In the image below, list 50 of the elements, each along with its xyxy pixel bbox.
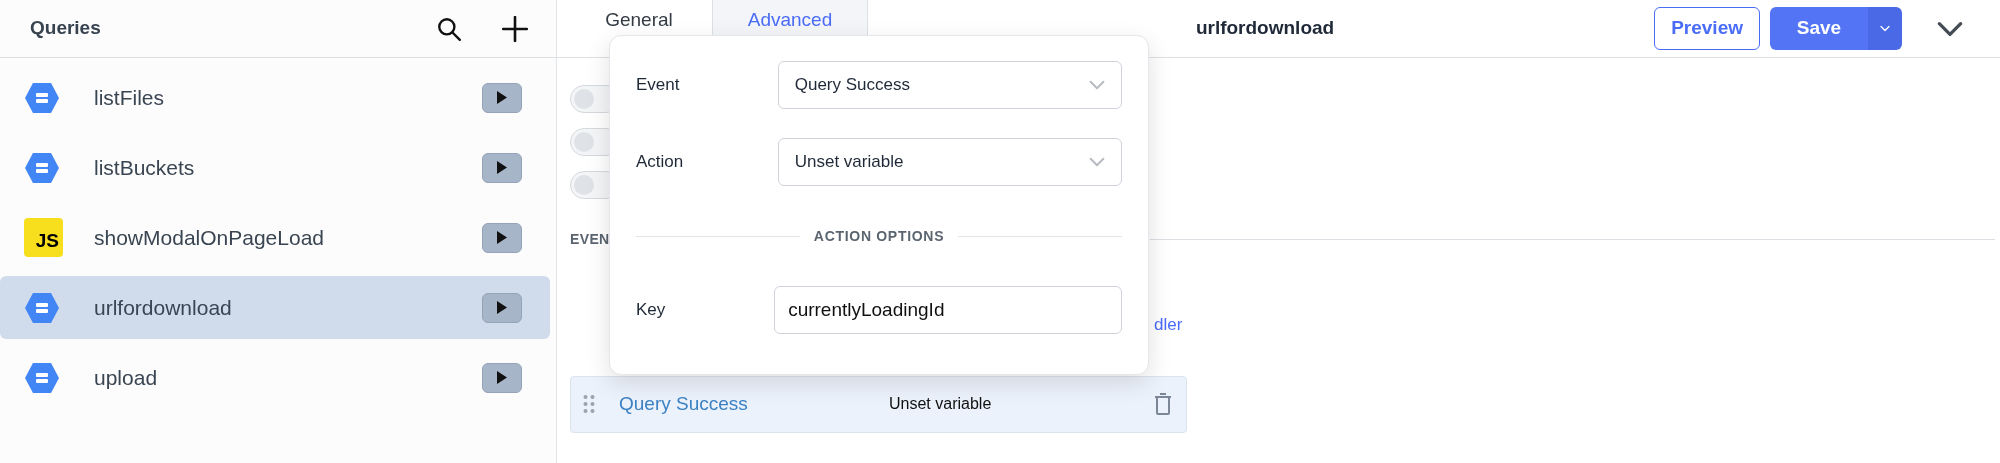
section-label: EVEN	[570, 230, 610, 249]
js-icon: JS	[24, 218, 63, 257]
section-heading: ACTION OPTIONS	[812, 227, 946, 246]
event-name: Query Success	[619, 391, 749, 416]
chevron-down-icon	[1880, 25, 1890, 32]
run-button[interactable]	[482, 82, 522, 113]
storage-icon	[24, 361, 60, 394]
select-field[interactable]: Unset variable	[777, 138, 1122, 186]
trash-icon[interactable]	[1154, 393, 1172, 415]
chevron-down-icon	[1089, 157, 1105, 167]
query-name: upload	[94, 364, 159, 391]
run-button[interactable]	[482, 222, 522, 253]
select-field[interactable]: Query Success	[777, 61, 1122, 109]
add-handler-link[interactable]: dler	[1154, 312, 1183, 338]
add-icon[interactable]	[502, 15, 528, 42]
chevron-down-icon	[1089, 80, 1105, 90]
query-name: listFiles	[94, 84, 165, 111]
storage-icon	[24, 291, 60, 324]
drag-handle-icon	[583, 394, 595, 414]
query-item[interactable]: upload	[0, 346, 550, 409]
field-label: Key	[636, 299, 667, 322]
play-icon	[496, 301, 508, 314]
search-icon[interactable]	[436, 15, 462, 42]
field-label: Action	[636, 151, 685, 174]
sidebar-title: Queries	[30, 16, 102, 41]
key-input[interactable]: currentlyLoadingId	[774, 286, 1122, 334]
save-button[interactable]: Save	[1770, 7, 1868, 50]
action-name: Unset variable	[889, 394, 993, 414]
query-name: listBuckets	[94, 154, 196, 181]
field-label: Event	[636, 74, 681, 97]
run-button[interactable]	[482, 152, 522, 183]
play-icon	[496, 371, 508, 384]
play-icon	[496, 231, 508, 244]
chevron-down-icon	[1936, 20, 1964, 37]
query-title: urlfordownload	[1195, 16, 1335, 41]
query-item[interactable]: urlfordownload	[0, 276, 550, 339]
query-name: showModalOnPageLoad	[94, 224, 325, 251]
run-button[interactable]	[482, 362, 522, 393]
storage-icon	[24, 81, 60, 114]
query-item[interactable]: listBuckets	[0, 136, 550, 199]
preview-button[interactable]: Preview	[1654, 7, 1760, 50]
event-handler-row[interactable]: Query Success Unset variable	[570, 375, 1187, 433]
query-item[interactable]: JS showModalOnPageLoad	[0, 206, 550, 269]
query-item[interactable]: listFiles	[0, 66, 550, 129]
save-options-button[interactable]	[1868, 7, 1902, 50]
storage-icon	[24, 151, 60, 184]
play-icon	[496, 91, 508, 104]
query-name: urlfordownload	[94, 294, 233, 321]
play-icon	[496, 161, 508, 174]
run-button[interactable]	[482, 292, 522, 323]
